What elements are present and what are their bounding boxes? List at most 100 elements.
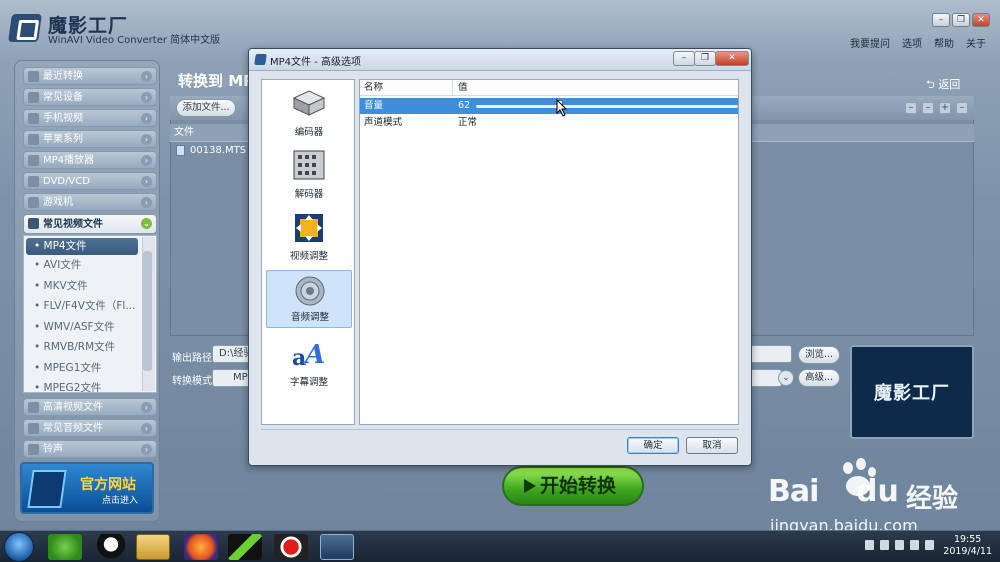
chevron-down-icon[interactable]: ⌄ — [778, 370, 794, 386]
back-arrow-icon: ⮌ — [926, 78, 939, 91]
sidebar-item-recent[interactable]: 最近转换 › — [23, 67, 157, 85]
option-category-list: 编码器 解码器 视频调整 音频调整 aA 字幕调整 — [261, 79, 355, 425]
device-icon — [28, 92, 39, 103]
clock-date: 2019/4/11 — [943, 546, 992, 557]
row-value: 62 — [458, 100, 471, 111]
cancel-button[interactable]: 取消 — [686, 437, 738, 454]
minimize-button[interactable]: – — [932, 13, 950, 27]
chevron-right-icon: › — [141, 444, 152, 455]
remove-icon[interactable]: – — [905, 102, 917, 114]
more-icon[interactable]: – — [956, 102, 968, 114]
file-toolbar-buttons: – – + – — [905, 102, 968, 114]
sidebar-item-label: MP4播放器 — [43, 155, 95, 166]
list-item-mpeg2[interactable]: • MPEG2文件 — [24, 378, 156, 392]
category-audio-adjust[interactable]: 音频调整 — [266, 270, 352, 328]
chevron-right-icon: › — [141, 71, 152, 82]
volume-slider[interactable] — [476, 100, 738, 112]
sidebar-item-console[interactable]: 游戏机 › — [23, 193, 157, 211]
sidebar-item-video-files[interactable]: 常见视频文件 ⌄ — [23, 214, 157, 234]
keyboard-icon[interactable] — [865, 540, 874, 550]
network-icon[interactable] — [895, 540, 904, 550]
list-item-rmvb[interactable]: • RMVB/RM文件 — [24, 337, 156, 358]
sidebar-item-devices[interactable]: 常见设备 › — [23, 88, 157, 106]
watermark-suffix: 经验 — [906, 484, 959, 514]
browse-button[interactable]: 浏览... — [798, 346, 840, 364]
sidebar-item-label: DVD/VCD — [43, 176, 90, 187]
list-item-flv[interactable]: • FLV/F4V文件（Fl... — [24, 296, 156, 317]
maximize-button[interactable]: ❐ — [952, 13, 970, 27]
official-site-banner[interactable]: 官方网站 点击进入 — [20, 462, 154, 514]
ok-button[interactable]: 确定 — [627, 437, 679, 454]
list-item-avi[interactable]: • AVI文件 — [24, 255, 156, 276]
mouse-cursor-icon — [556, 99, 568, 117]
list-item-mkv[interactable]: • MKV文件 — [24, 276, 156, 297]
list-item-mp4[interactable]: • MP4文件 — [26, 238, 138, 255]
start-convert-button[interactable]: 开始转换 — [502, 466, 644, 506]
winavi-taskbar-icon[interactable] — [320, 534, 354, 560]
dialog-titlebar[interactable]: MP4文件 - 高级选项 – ❐ ✕ — [249, 49, 751, 71]
back-button[interactable]: ⮌ 返回 — [926, 76, 960, 95]
table-row-channel-mode[interactable]: 声道模式 正常 — [360, 115, 738, 131]
qq-icon[interactable] — [94, 534, 128, 560]
file-row[interactable]: 00138.MTS — [176, 144, 246, 158]
category-subtitle[interactable]: aA 字幕调整 — [266, 334, 352, 392]
top-menu: 我要提问 选项 帮助 关于 — [850, 35, 986, 50]
browser-360-icon[interactable] — [48, 534, 82, 560]
advanced-options-dialog: MP4文件 - 高级选项 – ❐ ✕ 编码器 解码器 视频调整 音频调整 aA … — [248, 48, 752, 466]
dialog-maximize-button[interactable]: ❐ — [694, 51, 716, 66]
category-label: 字幕调整 — [289, 377, 328, 388]
video-format-list: • MP4文件 • AVI文件 • MKV文件 • FLV/F4V文件（Fl..… — [23, 235, 157, 393]
table-header: 名称 值 — [360, 80, 738, 96]
advanced-button[interactable]: 高级... — [798, 369, 840, 387]
menu-ask[interactable]: 我要提问 — [850, 35, 890, 50]
firefox-icon[interactable] — [184, 534, 218, 560]
clock[interactable]: 19:55 2019/4/11 — [943, 534, 992, 558]
list-item-wmv[interactable]: • WMV/ASF文件 — [24, 317, 156, 338]
recorder-icon[interactable] — [274, 534, 308, 560]
category-decoder[interactable]: 解码器 — [266, 146, 352, 204]
menu-about[interactable]: 关于 — [966, 35, 986, 50]
start-menu-button[interactable] — [4, 532, 34, 562]
menu-options[interactable]: 选项 — [902, 35, 922, 50]
menu-help[interactable]: 帮助 — [934, 35, 954, 50]
banner-subtitle: 点击进入 — [102, 496, 139, 506]
video-file-icon — [176, 144, 185, 156]
row-name: 声道模式 — [364, 117, 403, 128]
add-icon[interactable]: + — [939, 102, 951, 114]
usb-icon[interactable] — [880, 540, 889, 550]
category-video-adjust[interactable]: 视频调整 — [266, 208, 352, 266]
page-title: 转换到 MP — [178, 72, 255, 90]
close-button[interactable]: ✕ — [972, 13, 990, 27]
sidebar-item-hd[interactable]: 高清视频文件 › — [23, 398, 157, 416]
sidebar-item-dvd[interactable]: DVD/VCD › — [23, 172, 157, 190]
volume-icon[interactable] — [910, 540, 919, 550]
table-row-volume[interactable]: 音量 62 — [360, 98, 738, 114]
sidebar-item-audio[interactable]: 常见音频文件 › — [23, 419, 157, 437]
column-divider[interactable] — [452, 80, 453, 96]
mode-label: 转换模式: — [172, 376, 216, 387]
ime-icon[interactable] — [925, 540, 934, 550]
file-explorer-icon[interactable] — [136, 534, 170, 560]
category-label: 编码器 — [294, 127, 324, 138]
dialog-minimize-button[interactable]: – — [673, 51, 695, 66]
sidebar-item-ringtone[interactable]: 铃声 › — [23, 440, 157, 458]
encoder-icon — [292, 90, 326, 116]
add-file-button[interactable]: 添加文件... — [176, 99, 236, 117]
list-scrollbar[interactable] — [142, 237, 155, 391]
file-name: 00138.MTS — [190, 145, 247, 156]
media-player-icon[interactable] — [228, 534, 262, 560]
category-encoder[interactable]: 编码器 — [266, 84, 352, 142]
dialog-close-button[interactable]: ✕ — [715, 51, 749, 66]
sidebar-item-phone[interactable]: 手机视频 › — [23, 109, 157, 127]
property-table: 名称 值 音量 62 声道模式 正常 — [359, 79, 739, 425]
sidebar-item-label: 铃声 — [43, 444, 63, 455]
sidebar-item-mp4player[interactable]: MP4播放器 › — [23, 151, 157, 169]
play-icon — [524, 479, 536, 493]
list-item-mpeg1[interactable]: • MPEG1文件 — [24, 358, 156, 379]
chevron-down-icon: ⌄ — [141, 218, 152, 229]
scrollbar-thumb[interactable] — [143, 251, 152, 371]
video-adjust-icon — [295, 214, 323, 242]
clear-icon[interactable]: – — [922, 102, 934, 114]
sidebar-item-label: 高清视频文件 — [43, 402, 103, 413]
sidebar-item-apple[interactable]: 苹果系列 › — [23, 130, 157, 148]
